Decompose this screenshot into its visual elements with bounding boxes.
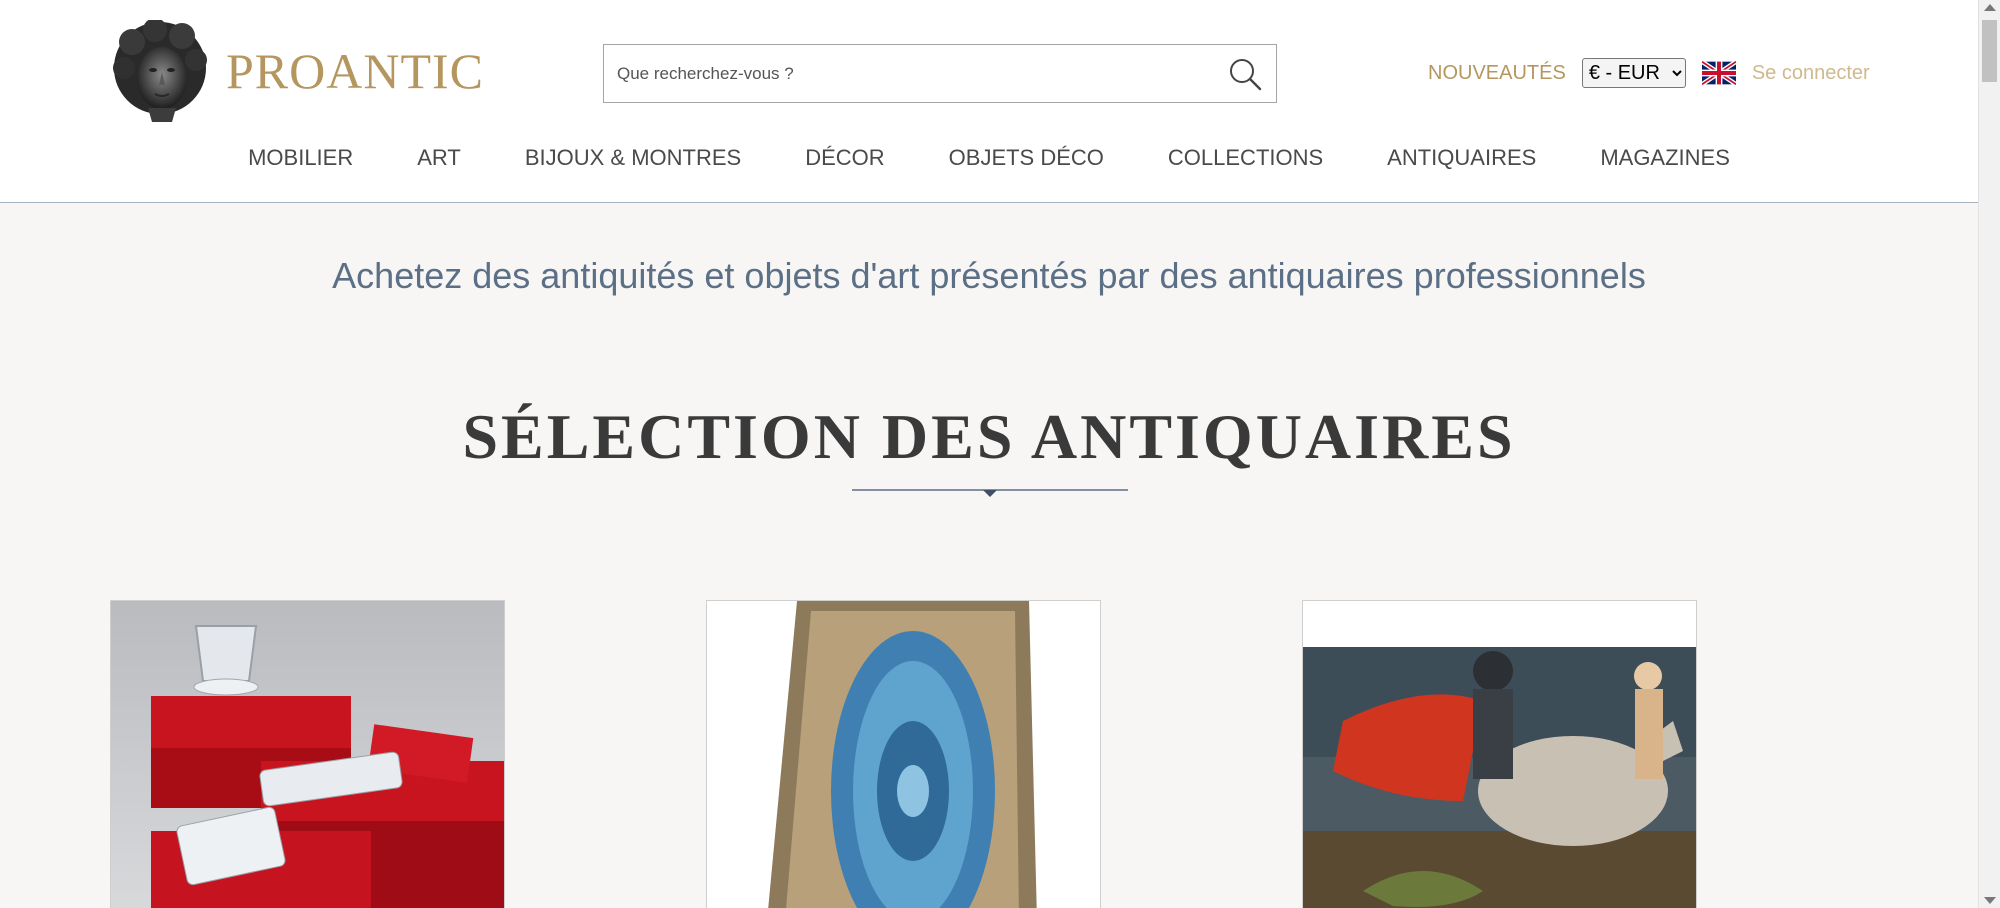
vertical-scrollbar[interactable]	[1978, 0, 2000, 908]
nav-item-objets-deco[interactable]: OBJETS DÉCO	[949, 145, 1104, 171]
nouveautes-link[interactable]: NOUVEAUTÉS	[1428, 62, 1566, 85]
nav-item-decor[interactable]: DÉCOR	[805, 145, 884, 171]
page-tagline: Achetez des antiquités et objets d'art p…	[332, 255, 1646, 296]
search-icon[interactable]	[1228, 57, 1262, 91]
nav-item-mobilier[interactable]: MOBILIER	[248, 145, 353, 171]
header-actions: NOUVEAUTÉS € - EUR Se connecter	[1428, 56, 1870, 90]
scroll-up-arrow-icon[interactable]	[1984, 4, 1996, 11]
product-image-painting	[1303, 601, 1696, 908]
nav-item-bijoux-montres[interactable]: BIJOUX & MONTRES	[525, 145, 741, 171]
currency-select[interactable]: € - EUR	[1581, 58, 1686, 88]
scroll-down-arrow-icon[interactable]	[1984, 897, 1996, 904]
nav-item-magazines[interactable]: MAGAZINES	[1600, 145, 1730, 171]
login-link[interactable]: Se connecter	[1752, 62, 1870, 85]
logo-text: PROANTIC	[226, 43, 485, 99]
product-card-crystal[interactable]	[110, 600, 505, 908]
nav-item-art[interactable]: ART	[417, 145, 461, 171]
main-nav: MOBILIER ART BIJOUX & MONTRES DÉCOR OBJE…	[0, 145, 1978, 171]
title-divider	[852, 489, 1128, 497]
search-bar	[603, 44, 1277, 103]
nav-item-antiquaires[interactable]: ANTIQUAIRES	[1387, 145, 1536, 171]
section-title: SÉLECTION DES ANTIQUAIRES	[462, 401, 1516, 472]
search-input[interactable]	[604, 45, 1204, 102]
product-card-rug[interactable]	[706, 600, 1101, 908]
scroll-thumb[interactable]	[1982, 20, 1997, 82]
uk-flag-icon[interactable]	[1701, 61, 1736, 85]
statue-head-logo-icon	[113, 20, 207, 122]
logo[interactable]: PROANTIC	[110, 20, 484, 122]
product-grid	[0, 600, 1978, 908]
site-header: PROANTIC NOUVEAUTÉS € - EUR Se connecter…	[0, 0, 1978, 203]
nav-item-collections[interactable]: COLLECTIONS	[1168, 145, 1323, 171]
product-image-rug	[707, 601, 1100, 908]
product-card-painting[interactable]	[1302, 600, 1697, 908]
product-image-crystal	[111, 601, 504, 908]
